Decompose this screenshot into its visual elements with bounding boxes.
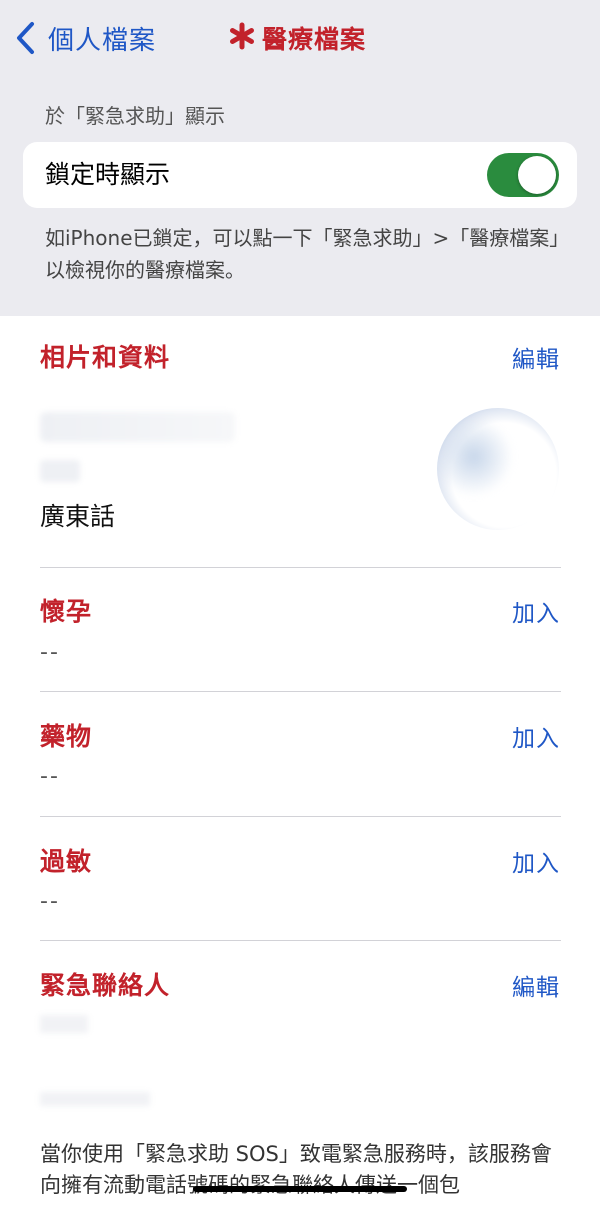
toggle-knob [518,156,556,194]
back-label: 個人檔案 [48,25,157,56]
redacted-detail [40,460,80,482]
medical-asterisk-icon [228,22,256,54]
emergency-footer-note: 如iPhone已鎖定，可以點一下「緊急求助」>「醫療檔案」以檢視你的醫療檔案。 [45,226,560,282]
photo-and-data-edit-button[interactable]: 編輯 [512,340,560,374]
redacted-contact-name [40,1015,88,1033]
divider [40,691,561,692]
show-when-locked-toggle[interactable] [487,153,559,197]
redacted-name [40,412,235,442]
pregnancy-value: -- [40,640,60,665]
show-when-locked-label: 鎖定時顯示 [45,160,171,189]
divider [40,567,561,568]
medications-title: 藥物 [40,722,93,751]
divider [40,940,561,941]
show-when-locked-row: 鎖定時顯示 [23,142,577,208]
avatar-image [437,408,559,530]
chevron-left-icon [14,21,36,55]
pregnancy-add-button[interactable]: 加入 [512,594,560,628]
language-value: 廣東話 [40,502,116,531]
divider [40,816,561,817]
pregnancy-title: 懷孕 [40,597,93,626]
allergies-value: -- [40,889,60,914]
avatar [437,408,559,530]
emergency-settings-area: 個人檔案 醫療檔案 於「緊急求助」顯示 鎖定時顯示 如iPhone已鎖定，可以點… [0,0,600,316]
emergency-section-header: 於「緊急求助」顯示 [45,104,225,128]
page-title: 醫療檔案 [228,14,366,62]
allergies-title: 過敏 [40,847,93,876]
redacted-contact-detail [40,1092,150,1106]
emergency-contacts-title: 緊急聯絡人 [40,971,171,1000]
photo-and-data-title: 相片和資料 [40,343,171,372]
medications-add-button[interactable]: 加入 [512,719,560,753]
home-indicator[interactable] [193,1186,407,1192]
back-button[interactable]: 個人檔案 [14,14,156,62]
emergency-contacts-edit-button[interactable]: 編輯 [512,968,560,1002]
page-title-label: 醫療檔案 [262,25,367,54]
allergies-add-button[interactable]: 加入 [512,844,560,878]
medications-value: -- [40,764,60,789]
